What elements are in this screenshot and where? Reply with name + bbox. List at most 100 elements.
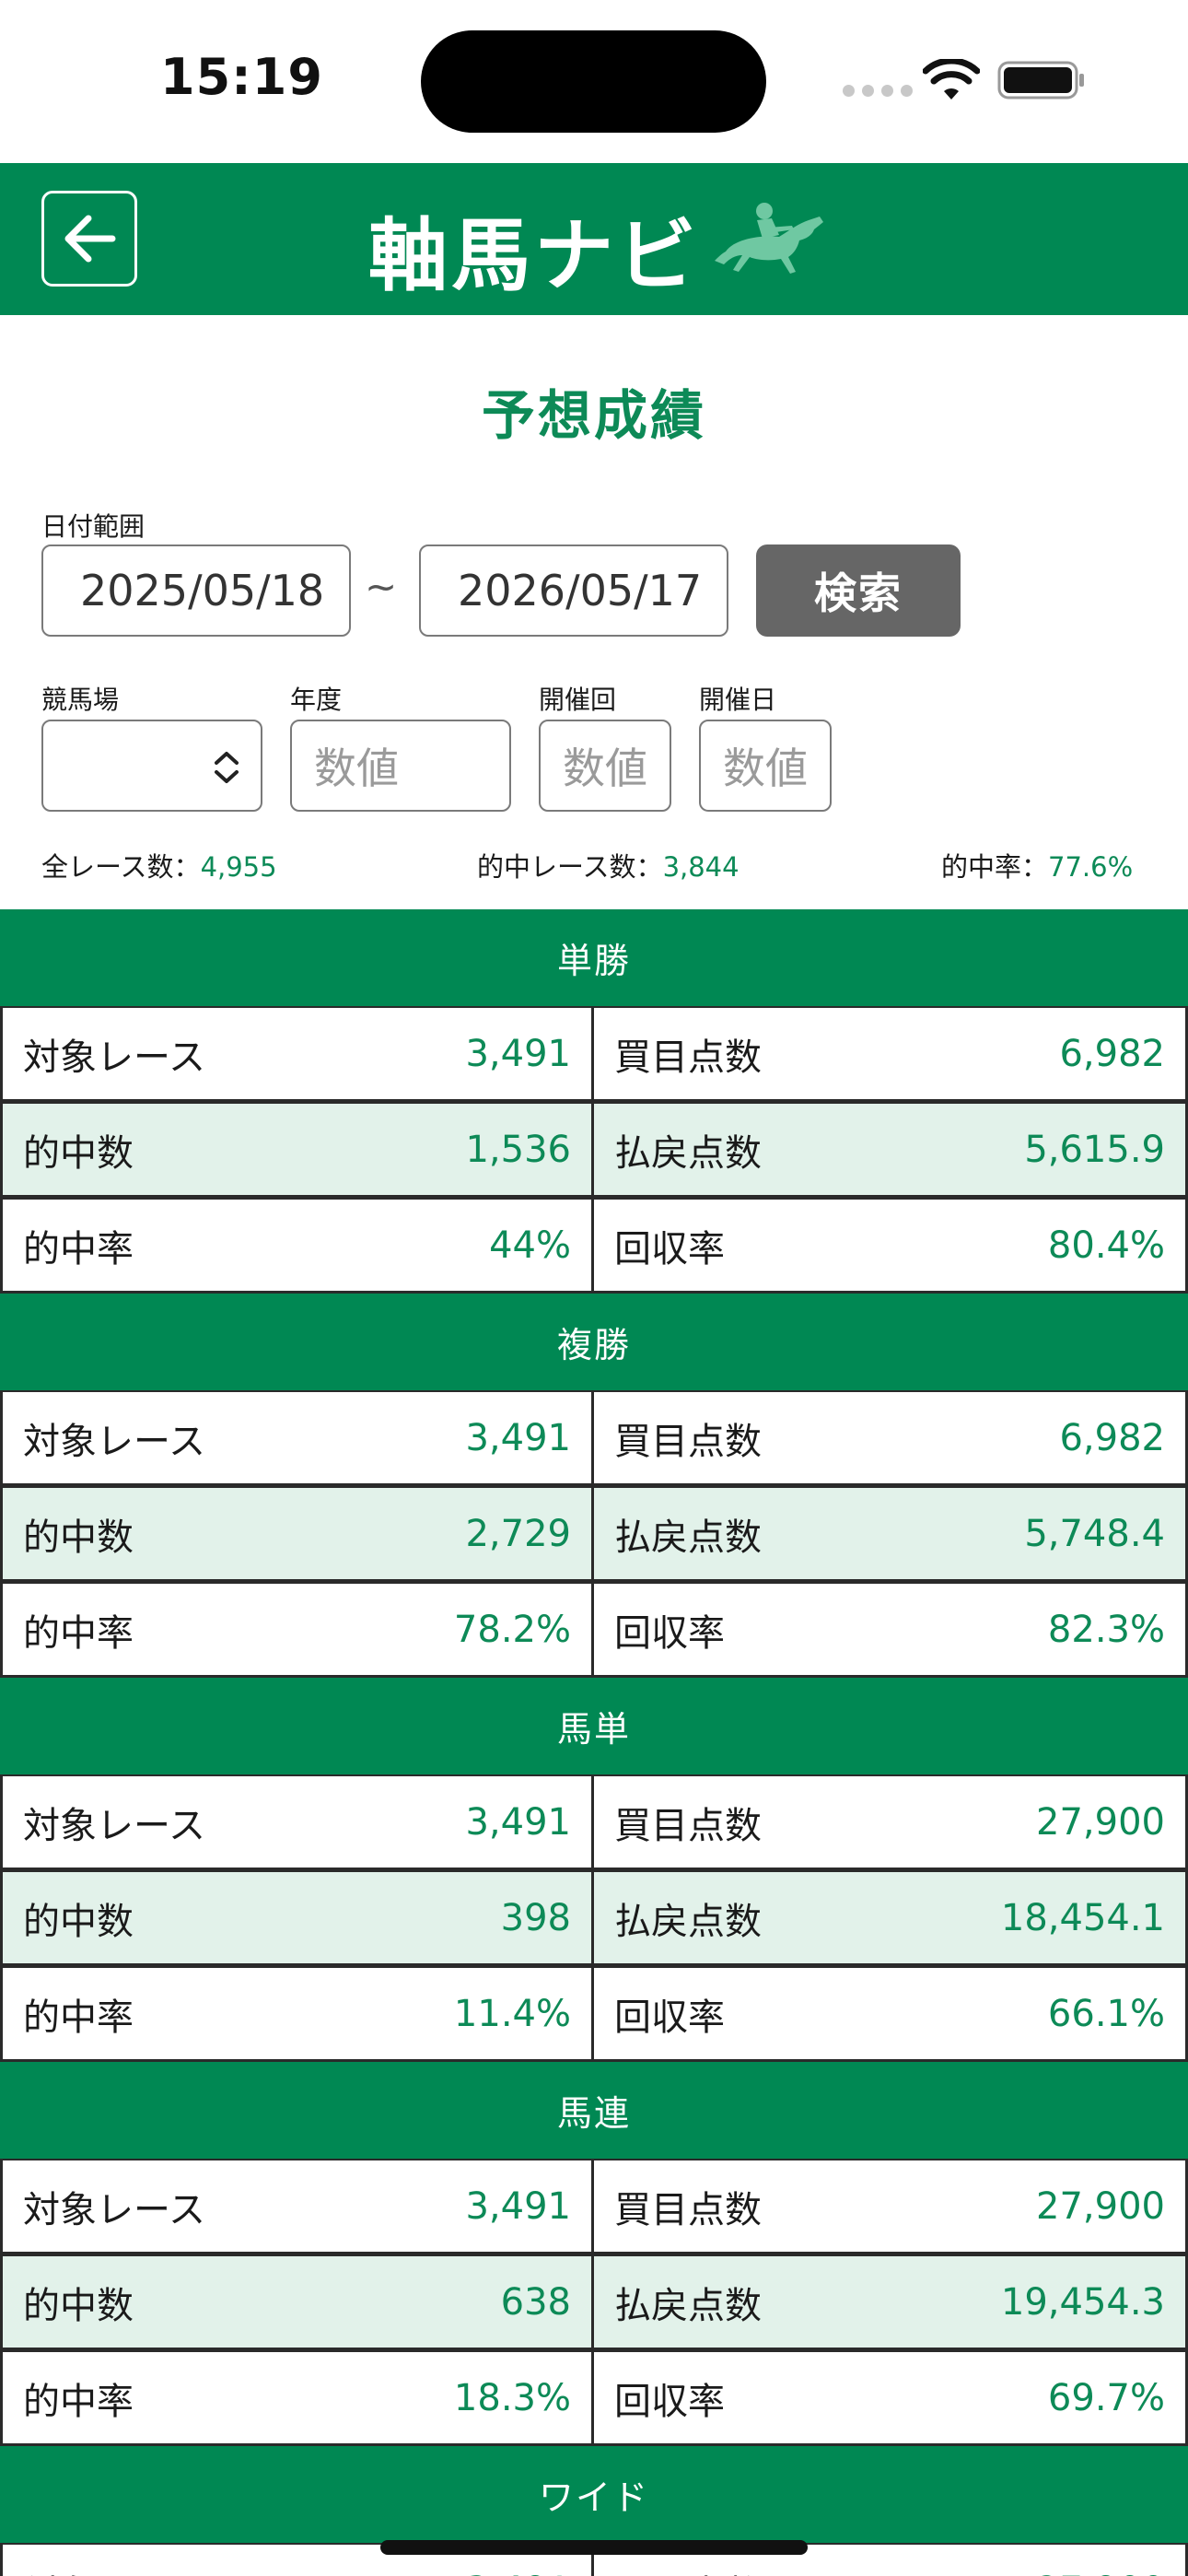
section-header: 複勝 xyxy=(0,1294,1188,1390)
date-from-input[interactable]: 2025/05/18 xyxy=(41,544,351,637)
venue-select[interactable] xyxy=(41,720,262,812)
stat-value: 6,982 xyxy=(1059,1032,1165,1075)
date-to-input[interactable]: 2026/05/17 xyxy=(419,544,728,637)
dynamic-island xyxy=(421,30,766,133)
stats-section: 単勝 対象レース 3,491 買目点数 6,982 的中数 1,536 払戻点数 5,615.9… xyxy=(0,909,1188,1294)
stat-label: 対象レース xyxy=(23,1804,205,1847)
stat-value: 5,615.9 xyxy=(1024,1128,1165,1171)
stat-label: 払戻点数 xyxy=(614,1131,762,1175)
wifi-icon xyxy=(923,59,980,100)
stat-value: 638 xyxy=(500,2280,571,2324)
stat-label: 払戻点数 xyxy=(614,2284,762,2327)
stat-cell: 的中率 11.4% xyxy=(0,1966,594,2062)
stat-value: 3,491 xyxy=(465,1032,571,1075)
stat-value: 78.2% xyxy=(453,1608,571,1651)
stat-value: 6,982 xyxy=(1059,1416,1165,1459)
stat-label: 回収率 xyxy=(614,1996,725,2039)
section-header: 単勝 xyxy=(0,909,1188,1006)
stats-list[interactable]: 単勝 対象レース 3,491 買目点数 6,982 的中数 1,536 払戻点数 5,615.9… xyxy=(0,909,1188,2576)
stat-cell: 払戻点数 5,748.4 xyxy=(594,1486,1188,1582)
stat-cell: 的中数 638 xyxy=(0,2254,594,2350)
hit-races-summary: 的中レース数：3,844 xyxy=(477,851,740,883)
stat-label: 対象レース xyxy=(23,2564,205,2576)
stat-cell: 対象レース 3,491 xyxy=(0,1774,594,1870)
meeting-input[interactable]: 数値 xyxy=(539,720,671,812)
page-title: 予想成績 xyxy=(481,384,706,447)
stats-section: ワイド対象レース 3,491 買目点数 27,900 xyxy=(0,2446,1188,2576)
arrow-left-icon xyxy=(64,215,116,263)
stat-cell: 対象レース 3,491 xyxy=(0,2159,594,2254)
stat-value: 18.3% xyxy=(453,2376,571,2419)
section-header: 馬連 xyxy=(0,2062,1188,2159)
racehorse-jockey-icon xyxy=(715,203,823,274)
day-input[interactable]: 数値 xyxy=(699,720,832,812)
stat-value: 66.1% xyxy=(1047,1992,1165,2035)
stat-cell: 払戻点数 5,615.9 xyxy=(594,1102,1188,1198)
stat-row: 対象レース 3,491 買目点数 6,982 xyxy=(0,1006,1188,1102)
chevron-up-down-icon xyxy=(215,752,239,783)
stat-value: 27,900 xyxy=(1036,2570,1165,2576)
stat-cell: 的中数 2,729 xyxy=(0,1486,594,1582)
stat-value: 82.3% xyxy=(1047,1608,1165,1651)
screen: 15:19 軸馬ナビ 予想成績 日付範囲 2025/05/18 ~ 2026/0… xyxy=(0,0,1188,2576)
stat-value: 398 xyxy=(500,1896,571,1939)
stats-section: 複勝 対象レース 3,491 買目点数 6,982 的中数 2,729 払戻点数 5,748.4… xyxy=(0,1294,1188,1678)
search-button[interactable]: 検索 xyxy=(756,544,961,637)
status-bar: 15:19 xyxy=(0,0,1188,163)
app-title: 軸馬ナビ xyxy=(368,210,700,302)
stat-cell: 買目点数 27,900 xyxy=(594,2159,1188,2254)
home-indicator xyxy=(380,2540,808,2555)
day-label: 開催日 xyxy=(699,685,777,715)
back-button[interactable] xyxy=(41,191,137,287)
meeting-label: 開催回 xyxy=(539,685,617,715)
stat-label: 的中数 xyxy=(23,1900,134,1943)
hit-rate-summary: 的中率：77.6% xyxy=(941,851,1134,883)
stat-label: 的中率 xyxy=(23,2380,134,2423)
stat-cell: 買目点数 6,982 xyxy=(594,1006,1188,1102)
stat-label: 回収率 xyxy=(614,2380,725,2423)
stat-cell: 的中率 44% xyxy=(0,1198,594,1294)
stat-cell: 的中数 398 xyxy=(0,1870,594,1966)
stat-label: 買目点数 xyxy=(614,2564,762,2576)
stat-value: 1,536 xyxy=(465,1128,571,1171)
stat-value: 27,900 xyxy=(1036,2184,1165,2228)
stat-cell: 回収率 82.3% xyxy=(594,1582,1188,1678)
stat-value: 18,454.1 xyxy=(1000,1896,1165,1939)
stat-row: 対象レース 3,491 買目点数 6,982 xyxy=(0,1390,1188,1486)
stat-value: 2,729 xyxy=(465,1512,571,1555)
stat-label: 対象レース xyxy=(23,2188,205,2231)
total-races-summary: 全レース数：4,955 xyxy=(41,851,277,883)
year-input[interactable]: 数値 xyxy=(290,720,511,812)
stat-cell: 対象レース 3,491 xyxy=(0,1006,594,1102)
stat-row: 的中率 18.3% 回収率 69.7% xyxy=(0,2350,1188,2446)
stat-value: 27,900 xyxy=(1036,1800,1165,1844)
stat-label: 的中率 xyxy=(23,1611,134,1655)
stat-row: 的中率 44% 回収率 80.4% xyxy=(0,1198,1188,1294)
stat-value: 5,748.4 xyxy=(1024,1512,1165,1555)
venue-label: 競馬場 xyxy=(41,685,120,715)
stat-value: 3,491 xyxy=(465,1800,571,1844)
cellular-signal-icon xyxy=(843,85,913,97)
section-header: ワイド xyxy=(0,2446,1188,2543)
stat-cell: 的中数 1,536 xyxy=(0,1102,594,1198)
app-header: 軸馬ナビ xyxy=(0,163,1188,315)
stats-section: 馬単 対象レース 3,491 買目点数 27,900 的中数 398 払戻点数 18,454.1… xyxy=(0,1678,1188,2062)
stat-cell: 払戻点数 19,454.3 xyxy=(594,2254,1188,2350)
stat-cell: 的中率 78.2% xyxy=(0,1582,594,1678)
stat-row: 的中数 398 払戻点数 18,454.1 xyxy=(0,1870,1188,1966)
stat-label: 買目点数 xyxy=(614,2188,762,2231)
stat-cell: 回収率 80.4% xyxy=(594,1198,1188,1294)
stat-row: 的中率 78.2% 回収率 82.3% xyxy=(0,1582,1188,1678)
stat-value: 3,491 xyxy=(465,1416,571,1459)
stat-cell: 買目点数 27,900 xyxy=(594,1774,1188,1870)
section-header: 馬単 xyxy=(0,1678,1188,1774)
date-range-label: 日付範囲 xyxy=(41,511,146,542)
stat-value: 19,454.3 xyxy=(1000,2280,1165,2324)
stat-value: 80.4% xyxy=(1047,1224,1165,1267)
stat-label: 買目点数 xyxy=(614,1420,762,1463)
stat-cell: 買目点数 6,982 xyxy=(594,1390,1188,1486)
stat-label: 的中率 xyxy=(23,1996,134,2039)
stat-value: 69.7% xyxy=(1047,2376,1165,2419)
stat-value: 3,491 xyxy=(465,2184,571,2228)
stat-label: 的中数 xyxy=(23,1516,134,1559)
